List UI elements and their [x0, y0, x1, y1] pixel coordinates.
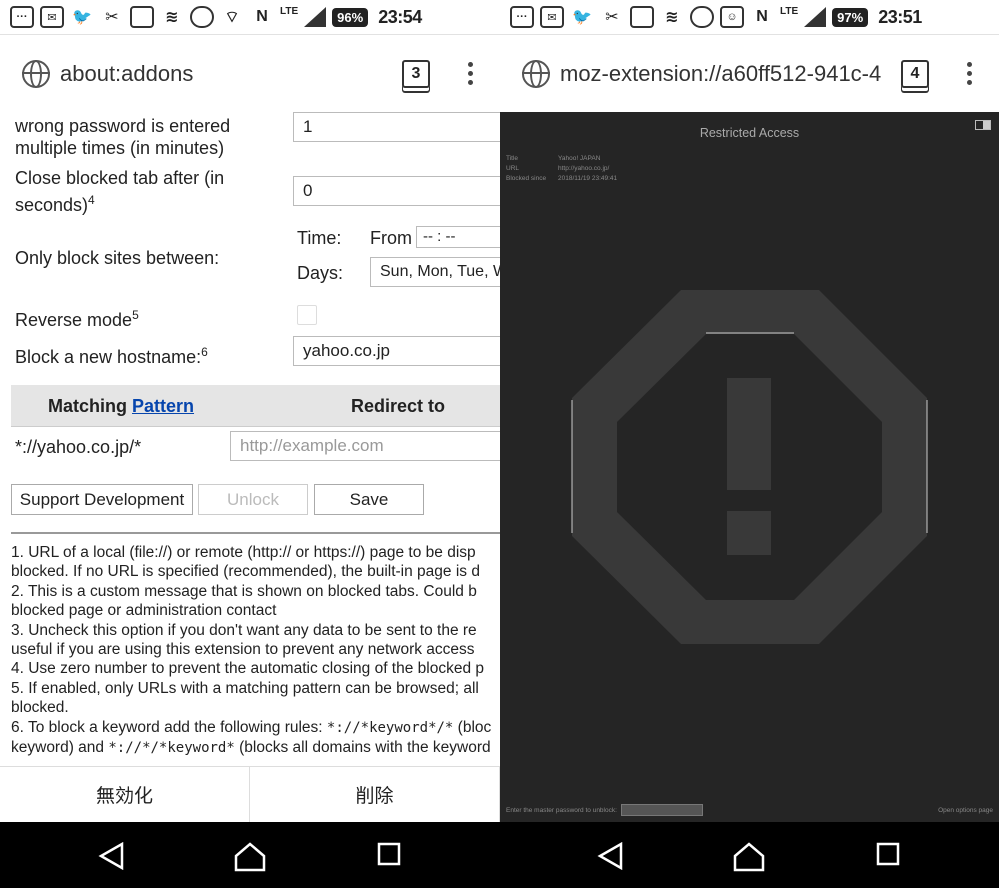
- menu-kebab-icon[interactable]: [468, 62, 474, 85]
- menu-kebab-icon[interactable]: [967, 62, 973, 85]
- table-row-pattern: *://yahoo.co.jp/*: [15, 437, 142, 457]
- nfc-icon: N: [756, 8, 768, 25]
- nfc-icon: N: [256, 8, 268, 25]
- pattern-table-header: Matching Pattern Redirect to: [11, 385, 500, 427]
- left-screen: ··· ✉ 🐦 ✂ ≋ ⌔ N LTE 96% 23:54 about:addo…: [0, 0, 500, 822]
- time-label: Time:: [297, 228, 342, 248]
- blocked-info: Title Yahoo! JAPAN URL http://yahoo.co.jp/…: [506, 155, 618, 182]
- divider: [11, 532, 500, 534]
- addon-options: wrong password is entered multiple times…: [0, 112, 500, 762]
- back-icon[interactable]: [597, 842, 625, 870]
- support-development-button[interactable]: Support Development: [11, 484, 193, 515]
- twitter-icon: 🐦: [72, 9, 92, 26]
- wifi-icon: ⌔: [224, 9, 240, 26]
- days-label: Days:: [297, 263, 344, 283]
- master-password-input[interactable]: [620, 804, 703, 816]
- clock: 23:51: [878, 6, 922, 27]
- browser-toolbar: moz-extension://a60ff512-941c-4 4: [500, 34, 999, 112]
- lte-indicator: LTE: [780, 6, 799, 17]
- close-tab-label: Close blocked tab after (in seconds)4: [15, 168, 225, 215]
- app-icon: ✂: [605, 9, 619, 26]
- status-bar: ··· ✉ 🐦 ✂ ≋ ☺ N LTE 97% 23:51: [500, 0, 999, 34]
- home-icon[interactable]: [234, 842, 266, 872]
- open-options-link[interactable]: Open options page: [938, 807, 993, 814]
- recents-icon[interactable]: [377, 842, 401, 866]
- lte-indicator: LTE: [280, 6, 299, 17]
- addon-actions: 無効化 削除: [0, 766, 500, 822]
- unlock-button[interactable]: Unlock: [198, 484, 308, 515]
- save-button[interactable]: Save: [314, 484, 424, 515]
- pattern-link[interactable]: Pattern: [132, 396, 194, 416]
- recents-icon[interactable]: [876, 842, 900, 866]
- close-tab-input[interactable]: 0: [293, 176, 500, 206]
- tab-count-button[interactable]: 4: [901, 59, 929, 88]
- app3-icon: [190, 6, 214, 28]
- globe-icon: [22, 59, 50, 88]
- mail-icon: ✉: [40, 6, 64, 28]
- square-icon: [630, 6, 654, 28]
- days-select[interactable]: Sun, Mon, Tue, W: [370, 257, 500, 287]
- app4-icon: ☺: [720, 6, 744, 28]
- reverse-mode-label: Reverse mode5: [15, 308, 139, 330]
- app2-icon: ≋: [165, 9, 179, 26]
- battery-indicator: 97%: [832, 7, 869, 27]
- twitter-icon: 🐦: [572, 9, 592, 26]
- messages-icon: ···: [510, 6, 534, 28]
- android-nav-bar: [0, 822, 999, 888]
- app-icon: ✂: [105, 9, 119, 26]
- disable-button[interactable]: 無効化: [0, 767, 250, 822]
- url-bar[interactable]: moz-extension://a60ff512-941c-4: [560, 61, 901, 87]
- password-prompt: Enter the master password to unblock:: [506, 806, 617, 814]
- globe-icon: [522, 59, 550, 88]
- warning-octagon-icon: [571, 290, 928, 644]
- wrong-password-label: wrong password is entered multiple times…: [15, 116, 231, 158]
- block-hostname-input[interactable]: yahoo.co.jp: [293, 336, 500, 366]
- signal-icon: [804, 7, 827, 27]
- wrong-password-input[interactable]: 1: [293, 112, 500, 142]
- from-label: From: [370, 228, 412, 248]
- browser-toolbar: about:addons 3: [0, 34, 500, 112]
- only-block-label: Only block sites between:: [15, 248, 220, 268]
- toggle-info-icon[interactable]: [975, 120, 991, 130]
- mail-icon: ✉: [540, 6, 564, 28]
- restricted-access-page: Restricted Access Title Yahoo! JAPAN URL h…: [500, 112, 999, 822]
- redirect-header: Redirect to: [351, 396, 446, 416]
- matching-header: Matching Pattern: [48, 396, 195, 416]
- status-bar: ··· ✉ 🐦 ✂ ≋ ⌔ N LTE 96% 23:54: [0, 0, 500, 34]
- time-from-input[interactable]: -- : --: [416, 226, 500, 248]
- reverse-mode-checkbox[interactable]: [297, 305, 317, 325]
- redirect-input[interactable]: http://example.com: [230, 431, 500, 461]
- back-icon[interactable]: [98, 842, 126, 870]
- page-title: Restricted Access: [699, 126, 800, 140]
- home-icon[interactable]: [733, 842, 765, 872]
- tab-count-button[interactable]: 3: [402, 59, 430, 88]
- signal-icon: [304, 7, 327, 27]
- clock: 23:54: [378, 6, 422, 27]
- app3-icon: [690, 6, 714, 28]
- square-icon: [130, 6, 154, 28]
- url-bar[interactable]: about:addons: [60, 61, 402, 87]
- block-hostname-label: Block a new hostname:6: [15, 345, 208, 367]
- right-screen: ··· ✉ 🐦 ✂ ≋ ☺ N LTE 97% 23:51 moz-extens…: [500, 0, 999, 822]
- unblock-bar: Enter the master password to unblock: Op…: [506, 804, 993, 816]
- battery-indicator: 96%: [332, 7, 369, 27]
- remove-button[interactable]: 削除: [250, 767, 500, 822]
- messages-icon: ···: [10, 6, 34, 28]
- app2-icon: ≋: [665, 9, 679, 26]
- footnotes: 1. URL of a local (file://) or remote (h…: [11, 544, 492, 757]
